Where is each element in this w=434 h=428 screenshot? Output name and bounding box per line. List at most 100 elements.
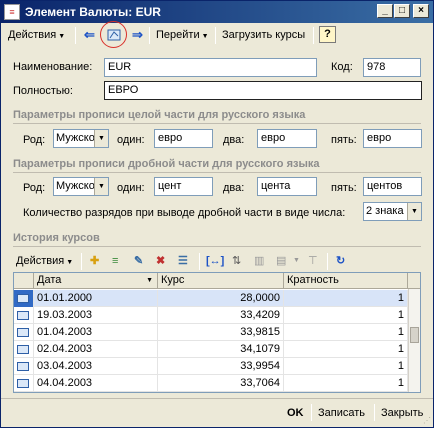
record-icon [17,294,29,303]
clear-filter-icon[interactable]: ⊤ [305,251,321,271]
fraction-gender-select[interactable]: Мужско ▼ [53,177,109,196]
history-actions-label: Действия [16,255,65,267]
date-cell: 04.04.2003 [34,375,158,392]
date-cell: 19.03.2003 [34,307,158,324]
row-icon [14,307,34,324]
end-edit-icon[interactable]: ☰ [175,251,191,271]
fraction-section-title: Параметры прописи дробной части для русс… [13,158,320,170]
code-field[interactable]: 978 [363,58,421,77]
fraction-two-field[interactable]: цента [257,177,317,196]
rate-cell: 33,9815 [158,324,284,341]
actions-label: Действия [8,29,57,41]
refresh-icon[interactable]: ↻ [333,251,348,271]
ok-button[interactable]: OK [287,404,304,422]
close-button[interactable]: Закрыть [381,404,423,422]
rate-cell: 33,4209 [158,307,284,324]
date-cell: 02.04.2003 [34,341,158,358]
column-header-rate[interactable]: Курс [158,273,284,289]
chevron-down-icon[interactable]: ▼ [407,203,421,220]
sort-down-icon: ▼ [146,277,153,284]
name-field[interactable]: EUR [104,58,317,77]
one-label: один: [117,182,145,194]
icon-column-header [14,273,34,289]
integer-two-field[interactable]: евро [257,129,317,148]
two-label: два: [223,182,245,194]
table-row[interactable]: 03.04.2003 33,9954 1 [14,358,408,375]
section-divider [13,172,421,173]
chevron-down-icon[interactable]: ▼ [94,178,108,195]
full-name-field[interactable]: ЕВРО [104,81,422,100]
column-header-multiplicity[interactable]: Кратность [284,273,408,289]
toolbar-separator [199,253,200,270]
row-icon [14,375,34,392]
toolbar-separator [81,253,82,270]
maximize-button[interactable]: □ [394,4,410,18]
chevron-down-icon: ▼ [201,33,209,40]
table-row[interactable]: 04.04.2003 33,7064 1 [14,375,408,392]
range-icon[interactable]: [↔] [203,251,227,271]
chevron-down-icon[interactable]: ▼ [293,257,300,264]
actions-menu[interactable]: Действия ▼ [5,25,68,45]
add-row-icon[interactable]: ✚ [87,251,102,271]
forward-arrow-icon[interactable]: ⇒ [129,25,146,45]
digits-select[interactable]: 2 знака ▼ [363,202,422,221]
integer-one-field[interactable]: евро [154,129,213,148]
row-icon [14,358,34,375]
rate-cell: 33,9954 [158,358,284,375]
title-bar: ≡ Элемент Валюты: EUR _ □ × [1,1,433,23]
fraction-gender-value: Мужско [56,180,95,192]
scrollbar-thumb[interactable] [410,327,419,343]
multiplicity-cell: 1 [284,290,408,307]
column-header-date[interactable]: Дата ▼ [34,273,158,289]
history-toolbar: Действия ▼ ✚ ≡ ✎ ✖ ☰ [↔] ⇅ ▥ ▤ ▼ ⊤ ↻ [13,251,421,271]
multiplicity-cell: 1 [284,375,408,392]
section-divider [13,246,421,247]
sort-icon[interactable]: ⇅ [229,251,244,271]
filter-icon[interactable]: ▥ [251,251,267,271]
record-icon [17,362,29,371]
chevron-down-icon[interactable]: ▼ [94,130,108,147]
digits-value: 2 знака [366,205,404,217]
save-button[interactable]: Записать [318,404,365,422]
integer-gender-select[interactable]: Мужско ▼ [53,129,109,148]
gender-label: Род: [23,182,46,194]
integer-section-title: Параметры прописи целой части для русско… [13,109,306,121]
close-window-button[interactable]: × [413,4,429,18]
chevron-down-icon: ▼ [66,259,74,266]
chevron-down-icon: ▼ [58,33,66,40]
copy-row-icon[interactable]: ≡ [109,251,121,271]
table-row[interactable]: 01.01.2000 28,0000 1 [14,290,408,307]
fraction-one-field[interactable]: цент [154,177,213,196]
goto-menu[interactable]: Перейти ▼ [153,25,212,45]
integer-gender-value: Мужско [56,132,95,144]
integer-five-field[interactable]: евро [363,129,422,148]
toolbar-separator [149,27,150,44]
table-header: Дата ▼ Курс Кратность [14,273,420,289]
footer-separator [311,404,312,421]
delete-row-icon[interactable]: ✖ [153,251,168,271]
app-icon: ≡ [4,4,20,20]
filter-list-icon[interactable]: ▤ [273,251,289,271]
gender-label: Род: [23,134,46,146]
toolbar-separator [327,253,328,270]
resize-grip-icon[interactable]: ⋰ [423,416,431,425]
minimize-button[interactable]: _ [377,4,393,18]
table-row[interactable]: 01.04.2003 33,9815 1 [14,324,408,341]
highlight-circle [100,21,127,48]
help-button[interactable]: ? [319,26,336,43]
one-label: один: [117,134,145,146]
multiplicity-cell: 1 [284,324,408,341]
row-icon [14,324,34,341]
fraction-five-field[interactable]: центов [363,177,422,196]
main-toolbar: Действия ▼ ⇐ ⇒ Перейти ▼ Загрузить курсы ? [3,21,431,48]
toolbar-separator [313,27,314,44]
edit-row-icon[interactable]: ✎ [131,251,146,271]
record-icon [17,328,29,337]
table-scrollbar[interactable] [408,289,420,392]
table-row[interactable]: 19.03.2003 33,4209 1 [14,307,408,324]
load-rates-button[interactable]: Загрузить курсы [219,25,308,45]
section-divider [13,123,421,124]
history-actions-menu[interactable]: Действия ▼ [13,251,76,271]
back-arrow-icon[interactable]: ⇐ [81,25,98,45]
table-row[interactable]: 02.04.2003 34,1079 1 [14,341,408,358]
